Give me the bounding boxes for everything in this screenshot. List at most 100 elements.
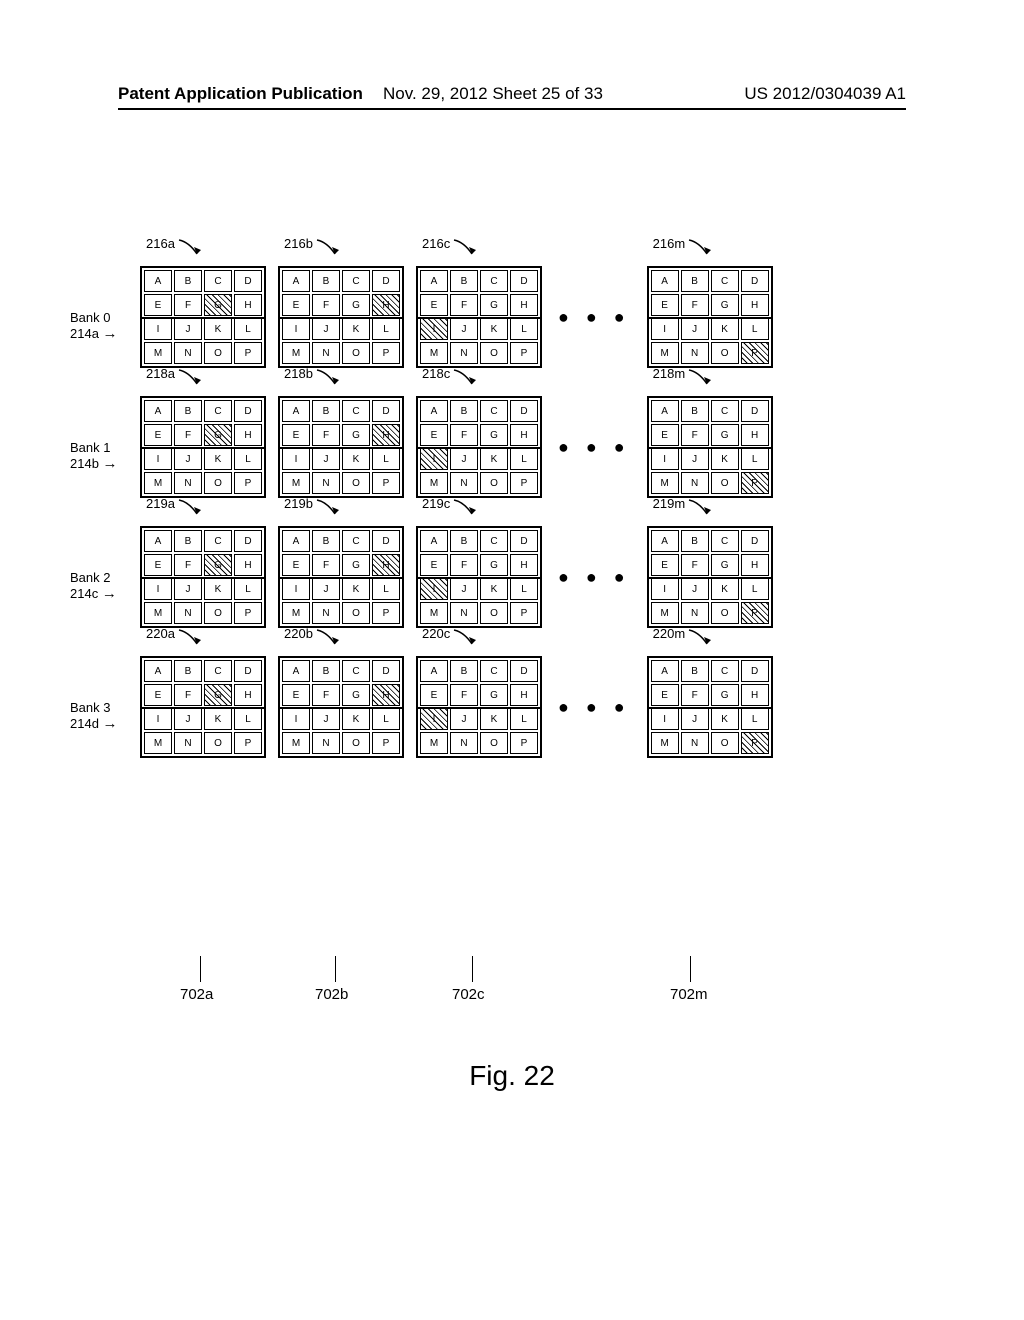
memory-cell: H: [234, 554, 262, 576]
memory-cell: A: [282, 660, 310, 682]
memory-cell: C: [204, 270, 232, 292]
memory-cell: G: [480, 684, 508, 706]
memory-cell: G: [342, 554, 370, 576]
memory-cell: E: [282, 684, 310, 706]
grid-ref-label: 218m: [653, 366, 720, 392]
bank-ref: 214b: [70, 456, 99, 471]
memory-cell: M: [144, 602, 172, 624]
memory-cell: A: [282, 530, 310, 552]
grid-ref-label: 219c: [422, 496, 484, 522]
memory-cell: E: [144, 554, 172, 576]
memory-cell: H: [741, 294, 769, 316]
memory-cell: I: [651, 318, 679, 340]
memory-grid: ABCDEFGHIJKLMNOP: [140, 656, 266, 758]
memory-cell: C: [342, 660, 370, 682]
memory-cell: F: [450, 424, 478, 446]
memory-cell: H: [372, 684, 400, 706]
memory-cell: J: [450, 318, 478, 340]
memory-cell: C: [204, 660, 232, 682]
memory-cell: C: [480, 660, 508, 682]
memory-cell: L: [234, 318, 262, 340]
memory-cell: M: [282, 602, 310, 624]
ellipsis-icon: ● ● ●: [558, 307, 631, 328]
memory-cell: O: [711, 732, 739, 754]
memory-cell: N: [174, 602, 202, 624]
bank-ref: 214a: [70, 326, 99, 341]
memory-cell: N: [312, 602, 340, 624]
memory-cell: F: [681, 424, 709, 446]
grid-ref-text: 218b: [284, 366, 313, 381]
memory-cell: I: [651, 578, 679, 600]
memory-cell: H: [372, 554, 400, 576]
bank-name: Bank 0: [70, 310, 110, 325]
memory-cell: H: [234, 684, 262, 706]
grid-ref-label: 219a: [146, 496, 209, 522]
memory-cell: L: [741, 448, 769, 470]
column-connector-line: [690, 956, 691, 982]
memory-grid: ABCDEFGHIJKLMNOP: [647, 656, 773, 758]
memory-cell: A: [651, 270, 679, 292]
memory-cell: H: [741, 424, 769, 446]
memory-cell: M: [420, 732, 448, 754]
memory-cell: N: [681, 472, 709, 494]
memory-cell: I: [144, 448, 172, 470]
memory-cell: G: [342, 424, 370, 446]
grid-group: 218bABCDEFGHIJKLMNOP: [278, 396, 404, 498]
memory-cell: C: [480, 270, 508, 292]
memory-cell: B: [312, 530, 340, 552]
memory-cell: N: [681, 342, 709, 364]
grid-ref-label: 220a: [146, 626, 209, 652]
memory-cell: K: [204, 448, 232, 470]
memory-cell: O: [204, 602, 232, 624]
memory-cell: G: [204, 554, 232, 576]
grid-group: 218aABCDEFGHIJKLMNOP: [140, 396, 266, 498]
memory-cell: N: [681, 732, 709, 754]
memory-cell: L: [372, 448, 400, 470]
memory-grid: ABCDEFGHIJKLMNOP: [140, 266, 266, 368]
grid-ref-text: 216a: [146, 236, 175, 251]
memory-cell: M: [651, 342, 679, 364]
memory-cell: G: [480, 424, 508, 446]
ellipsis-icon: ● ● ●: [558, 437, 631, 458]
memory-cell: I: [282, 708, 310, 730]
memory-grid: ABCDEFGHIJKLMNOP: [140, 396, 266, 498]
memory-cell: J: [450, 708, 478, 730]
memory-cell: J: [450, 448, 478, 470]
memory-cell: K: [342, 578, 370, 600]
bank-grids: 218aABCDEFGHIJKLMNOP218bABCDEFGHIJKLMNOP…: [140, 396, 870, 498]
memory-cell: I: [282, 318, 310, 340]
grid-ref-label: 218c: [422, 366, 484, 392]
memory-grid: ABCDEFGHIJKLMNOP: [416, 656, 542, 758]
grid-ref-label: 219b: [284, 496, 347, 522]
grid-ref-text: 218a: [146, 366, 175, 381]
bank-row: Bank 0214a →216aABCDEFGHIJKLMNOP216bABCD…: [140, 266, 870, 368]
memory-cell: A: [420, 530, 448, 552]
memory-cell: L: [741, 318, 769, 340]
memory-cell: M: [651, 732, 679, 754]
bank-grids: 219aABCDEFGHIJKLMNOP219bABCDEFGHIJKLMNOP…: [140, 526, 870, 628]
ellipsis-icon: ● ● ●: [558, 697, 631, 718]
bank-row: Bank 3214d →220aABCDEFGHIJKLMNOP220bABCD…: [140, 656, 870, 758]
grid-ref-text: 216c: [422, 236, 450, 251]
grid-group: 220mABCDEFGHIJKLMNOP: [647, 656, 773, 758]
memory-cell: B: [681, 270, 709, 292]
bank-row: Bank 2214c →219aABCDEFGHIJKLMNOP219bABCD…: [140, 526, 870, 628]
memory-cell: O: [342, 602, 370, 624]
memory-grid: ABCDEFGHIJKLMNOP: [278, 266, 404, 368]
memory-cell: P: [372, 732, 400, 754]
memory-cell: M: [144, 472, 172, 494]
memory-cell: N: [450, 342, 478, 364]
memory-cell: M: [651, 472, 679, 494]
memory-cell: H: [741, 684, 769, 706]
memory-cell: O: [480, 732, 508, 754]
memory-cell: E: [420, 294, 448, 316]
memory-grid: ABCDEFGHIJKLMNOP: [647, 266, 773, 368]
memory-grid: ABCDEFGHIJKLMNOP: [416, 396, 542, 498]
bank-ref: 214d: [70, 716, 99, 731]
arrow-right-icon: →: [102, 586, 117, 602]
memory-cell: F: [312, 684, 340, 706]
memory-cell: N: [450, 732, 478, 754]
memory-cell: E: [144, 684, 172, 706]
memory-cell: A: [144, 270, 172, 292]
memory-cell: O: [480, 472, 508, 494]
